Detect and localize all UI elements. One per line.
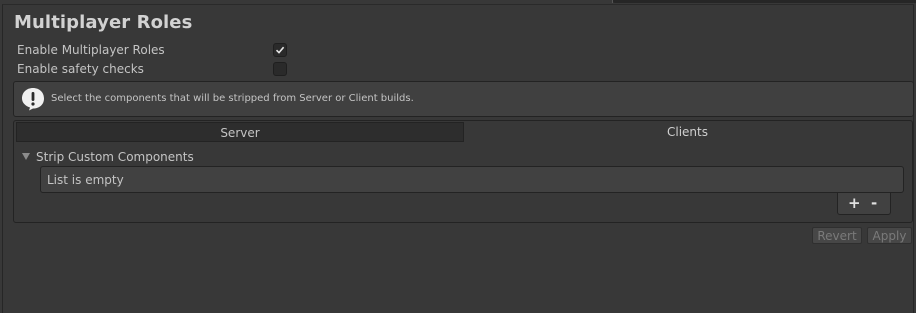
- component-list[interactable]: List is empty: [40, 166, 904, 193]
- revert-button[interactable]: Revert: [812, 227, 862, 244]
- foldout-label: Strip Custom Components: [36, 150, 194, 164]
- safety-checks-label: Enable safety checks: [17, 62, 144, 76]
- safety-checks-checkbox[interactable]: [273, 62, 287, 76]
- list-empty-text: List is empty: [47, 173, 124, 187]
- foldout-arrow-icon: [22, 153, 30, 160]
- strip-divider: [612, 0, 613, 3]
- tab-clients[interactable]: Clients: [464, 122, 911, 142]
- list-footer: + -: [837, 193, 891, 215]
- enable-roles-label: Enable Multiplayer Roles: [17, 43, 165, 57]
- help-text: Select the components that will be strip…: [51, 93, 414, 104]
- checkmark-icon: [275, 46, 285, 54]
- help-box: Select the components that will be strip…: [13, 81, 914, 117]
- remove-item-button[interactable]: -: [871, 194, 877, 212]
- page-title: Multiplayer Roles: [14, 12, 193, 33]
- top-strip: [612, 0, 916, 3]
- strip-panel: Server Clients Strip Custom Components L…: [13, 120, 913, 223]
- apply-button[interactable]: Apply: [867, 227, 912, 244]
- tab-server[interactable]: Server: [16, 122, 464, 142]
- add-item-button[interactable]: +: [848, 194, 861, 212]
- strip-custom-components-foldout[interactable]: Strip Custom Components: [22, 150, 194, 164]
- warning-exclamation-icon: [22, 88, 44, 111]
- tab-bar: Server Clients: [16, 122, 911, 142]
- enable-roles-checkbox[interactable]: [273, 43, 287, 57]
